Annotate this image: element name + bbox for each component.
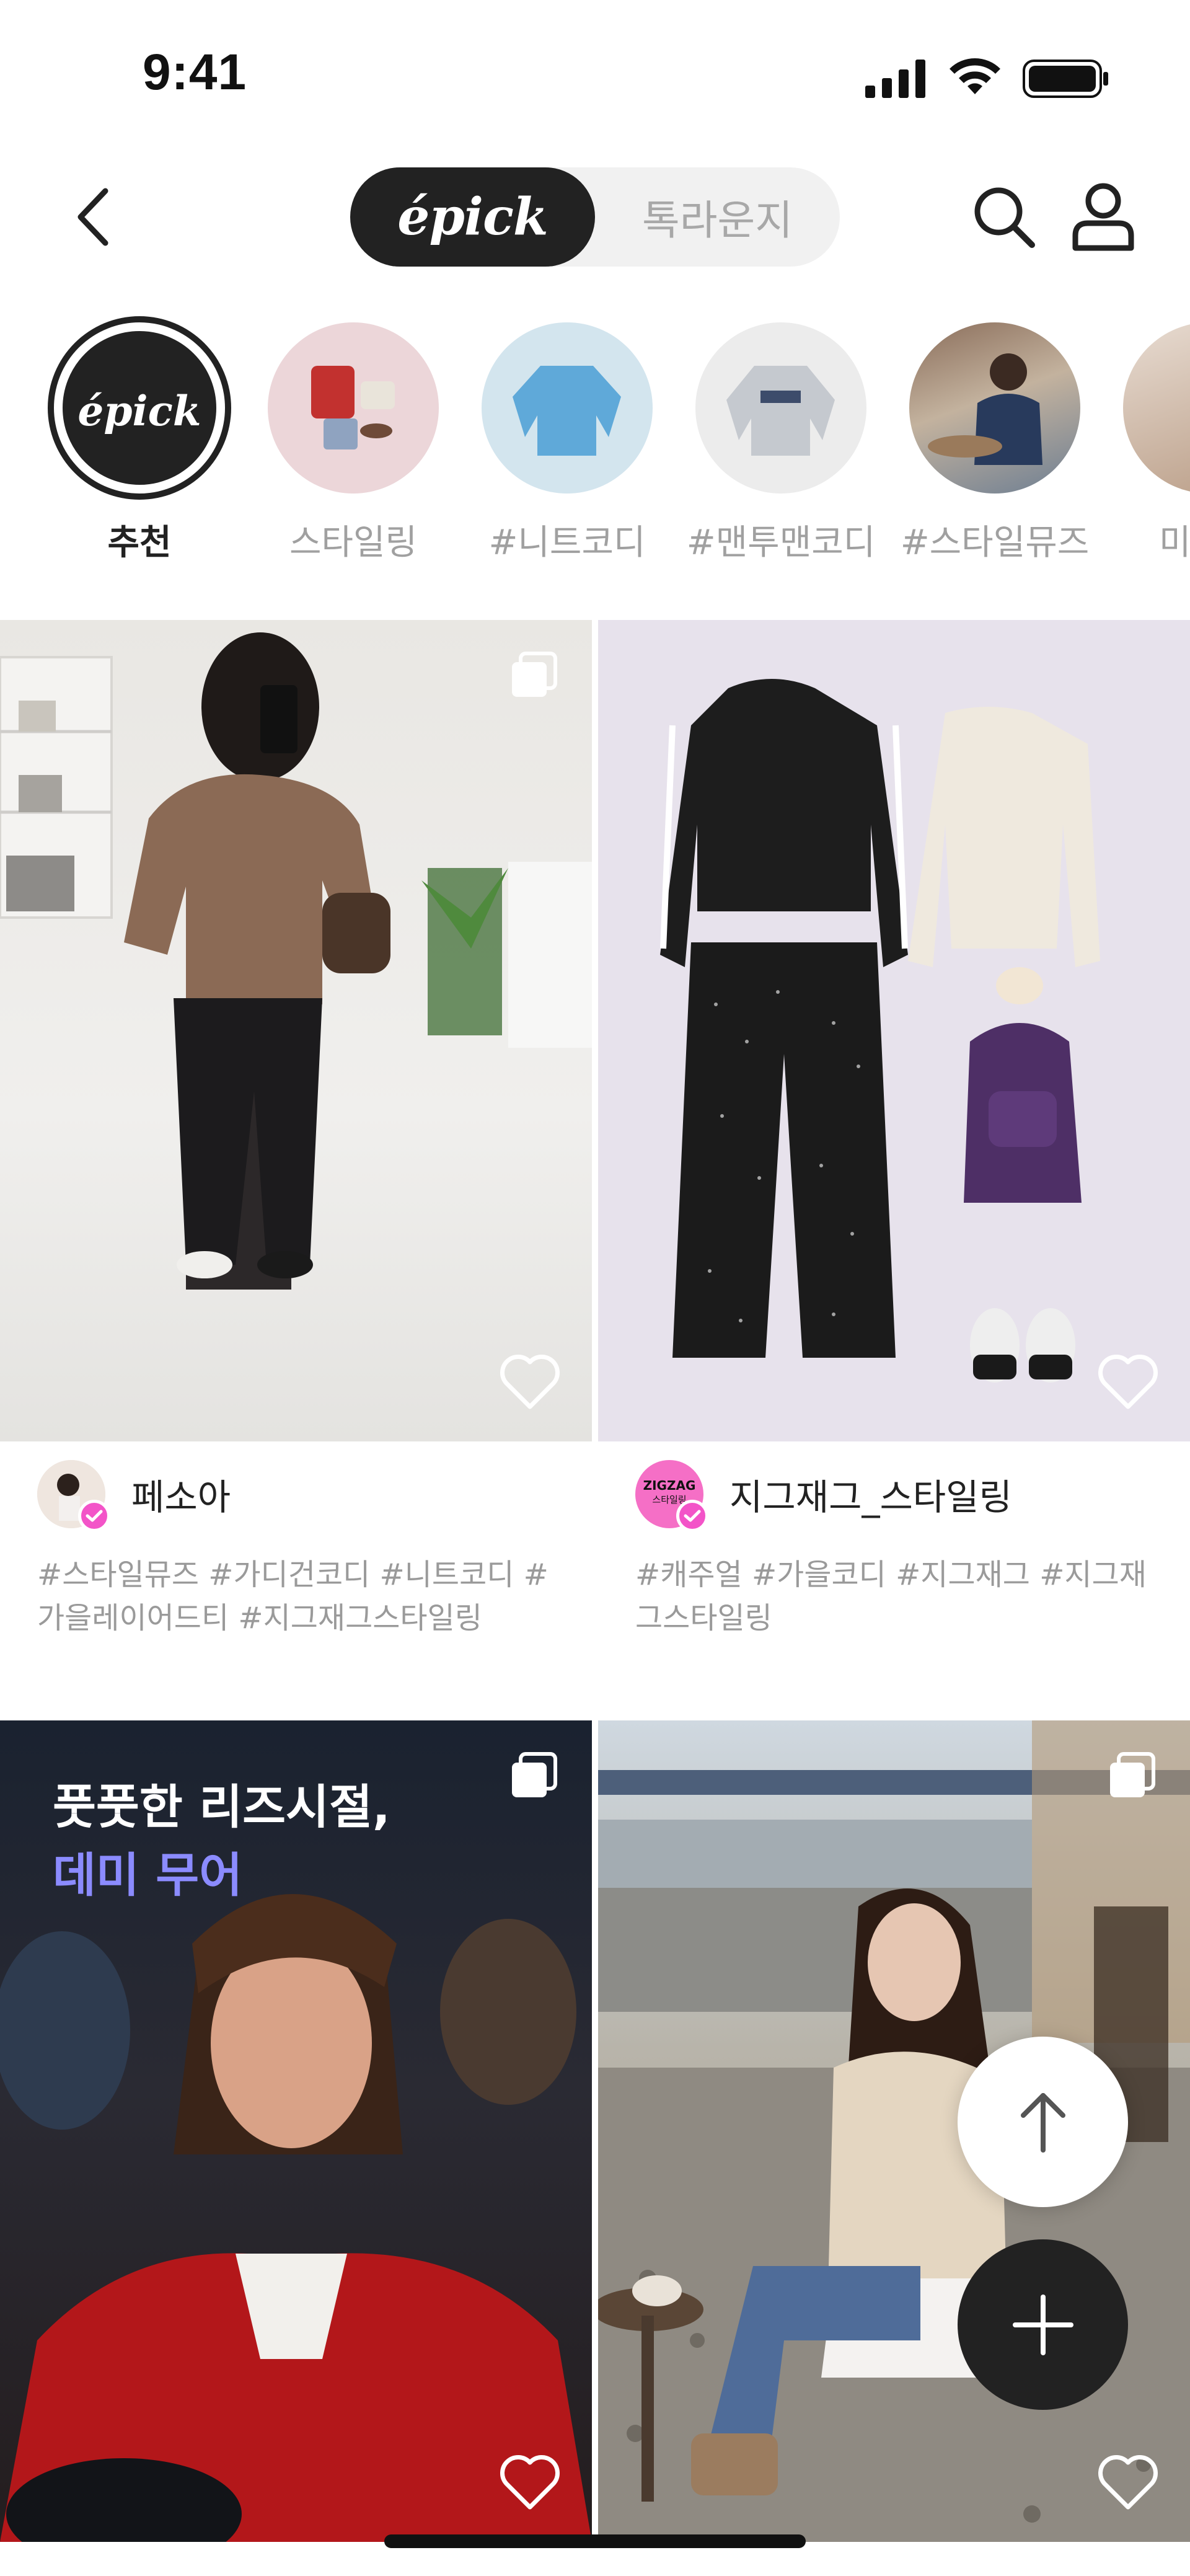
arrow-up-icon: [1020, 2092, 1065, 2153]
outfit-thumbnail: [311, 366, 395, 449]
tab-talk-lounge-label: 톡라운지: [642, 197, 793, 244]
story-recommend[interactable]: épick 추천: [40, 316, 239, 565]
feed-card[interactable]: 풋풋한 리즈시절, 데미 무어: [0, 1720, 592, 2542]
author-name: 페소아: [131, 1476, 231, 1518]
story-recommend-circle: épick: [54, 322, 225, 494]
card-tags[interactable]: #스타일뮤즈 #가디건코디 #니트코디 #가을레이어드티 #지그재그스타일링: [37, 1553, 570, 1640]
heart-icon[interactable]: [1097, 2454, 1159, 2511]
heart-icon[interactable]: [499, 2454, 561, 2511]
plus-icon: [1012, 2294, 1073, 2355]
story-label: #니트코디: [488, 523, 646, 563]
story-styling[interactable]: 스타일링: [254, 316, 452, 565]
check-icon: [684, 1510, 701, 1522]
photo-flatlay-outfit: [660, 679, 1100, 1383]
user-icon: [1072, 183, 1134, 251]
person-thumbnail: [928, 353, 1042, 465]
card-tags[interactable]: #캐주얼 #가을코디 #지그재그 #지그재그스타일링: [635, 1553, 1168, 1640]
multi-photo-icon: [512, 1752, 557, 1797]
story-sweatshirt[interactable]: #맨투맨코디: [682, 316, 880, 565]
avatar-brand-text: ZIGZAG: [643, 1478, 696, 1493]
sweatshirt-thumbnail: [726, 366, 835, 456]
top-nav: épick 톡라운지: [0, 149, 1190, 285]
story-style-muse-image: [909, 322, 1080, 494]
feed-card[interactable]: 페소아 #스타일뮤즈 #가디건코디 #니트코디 #가을레이어드티 #지그재그스타…: [0, 620, 592, 1635]
status-time: 9:41: [143, 44, 247, 100]
card-author[interactable]: ZIGZAG 스타일링 지그재그_스타일링: [635, 1460, 1012, 1532]
story-styling-image: [268, 322, 439, 494]
verified-badge: [78, 1500, 110, 1532]
card-author[interactable]: 페소아: [37, 1460, 231, 1532]
back-button[interactable]: [59, 180, 127, 254]
story-style-muse[interactable]: #스타일뮤즈: [896, 316, 1094, 565]
home-indicator: [384, 2534, 806, 2548]
search-icon: [974, 187, 1035, 248]
sweater-thumbnail: [513, 366, 621, 456]
author-name: 지그재그_스타일링: [729, 1476, 1012, 1518]
feed-card-image[interactable]: [0, 620, 592, 1441]
heart-icon[interactable]: [499, 1353, 561, 1410]
scroll-to-top-button[interactable]: [958, 2037, 1128, 2207]
verified-badge: [676, 1500, 708, 1532]
caption-line-2: 데미 무어: [53, 1848, 243, 1903]
epick-logo: épick: [77, 387, 201, 435]
feed-card[interactable]: ZIGZAG 스타일링 지그재그_스타일링 #캐주얼 #가을코디 #지그재그 #…: [598, 620, 1190, 1635]
signal-icon: [865, 60, 925, 98]
story-knit-image: [482, 322, 653, 494]
create-post-button[interactable]: [958, 2239, 1128, 2410]
story-label: 추천: [107, 523, 172, 563]
story-partial-image: [1123, 322, 1190, 494]
story-label: 미: [1159, 523, 1190, 563]
chevron-left-icon: [77, 188, 108, 246]
story-label: 스타일링: [289, 523, 418, 563]
feed-card-image[interactable]: 풋풋한 리즈시절, 데미 무어: [0, 1720, 592, 2542]
check-icon: [86, 1510, 103, 1522]
battery-icon: [1023, 60, 1108, 98]
story-label: #맨투맨코디: [686, 523, 876, 563]
multi-photo-icon: [1110, 1752, 1155, 1797]
category-stories: épick 추천 스타일링 #니트코디 #맨투맨코디 #스타일뮤즈 미: [0, 316, 1190, 589]
tab-epick[interactable]: épick: [350, 167, 595, 267]
feed-switcher: épick 톡라운지: [350, 167, 840, 267]
avatar: [37, 1460, 110, 1532]
story-label: #스타일뮤즈: [900, 523, 1090, 563]
profile-button[interactable]: [1066, 177, 1140, 257]
photo-caption: 풋풋한 리즈시절, 데미 무어: [53, 1773, 390, 1910]
search-button[interactable]: [967, 180, 1041, 254]
avatar: ZIGZAG 스타일링: [635, 1460, 708, 1532]
caption-line-1: 풋풋한 리즈시절,: [53, 1779, 390, 1835]
feed-card-image[interactable]: [598, 620, 1190, 1441]
status-icons: [865, 57, 1109, 98]
tab-talk-lounge[interactable]: 톡라운지: [595, 167, 840, 267]
story-sweatshirt-image: [695, 322, 866, 494]
photo-mirror-selfie: [0, 632, 592, 1290]
heart-icon[interactable]: [1097, 1353, 1159, 1410]
wifi-icon: [950, 58, 1000, 94]
story-knit[interactable]: #니트코디: [468, 316, 666, 565]
multi-photo-icon: [512, 652, 557, 697]
story-partial[interactable]: 미: [1109, 316, 1190, 565]
tab-epick-label: épick: [397, 187, 548, 247]
status-bar: 9:41: [0, 0, 1190, 149]
